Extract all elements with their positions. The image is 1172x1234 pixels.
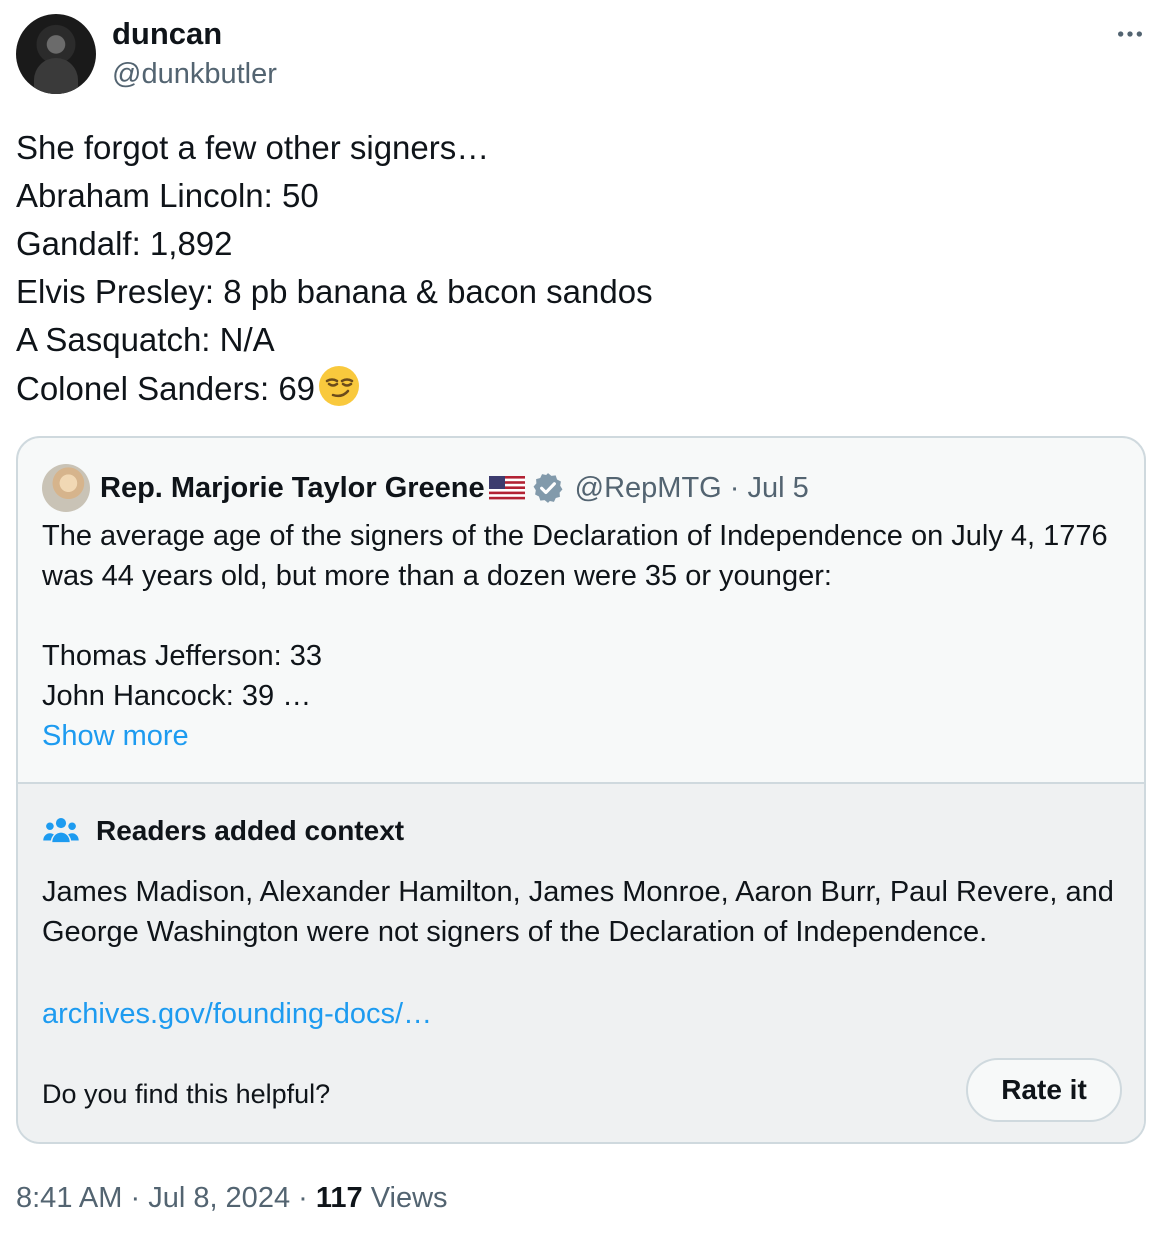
tweet-text: She forgot a few other signers… Abraham … (16, 124, 1146, 413)
quoted-tweet-body: The average age of the signers of the De… (42, 516, 1112, 716)
views-count: 117 (315, 1182, 363, 1214)
quoted-author-name[interactable]: Rep. Marjorie Taylor Greene (100, 472, 485, 505)
quoted-paragraph: The average age of the signers of the De… (42, 520, 1108, 592)
helpful-question: Do you find this helpful? (42, 1079, 331, 1109)
show-more-link[interactable]: Show more (42, 716, 189, 756)
verified-badge-icon (533, 473, 563, 503)
more-dots-icon (1118, 31, 1142, 37)
quoted-line: Thomas Jefferson: 33 (42, 640, 322, 672)
quoted-tweet[interactable]: Rep. Marjorie Taylor Greene @RepMTG · Ju… (16, 436, 1146, 1144)
tweet-line: A Sasquatch: N/A (16, 321, 275, 358)
rate-it-button[interactable]: Rate it (966, 1058, 1122, 1122)
quoted-author-avatar[interactable] (42, 464, 90, 512)
us-flag-icon (488, 476, 525, 500)
quoted-author-handle[interactable]: @RepMTG (575, 472, 722, 505)
more-options-button[interactable] (1110, 18, 1150, 50)
tweet-line: She forgot a few other signers… (16, 129, 490, 166)
author-display-name[interactable]: duncan (112, 14, 277, 54)
community-note-header: Readers added context (42, 812, 404, 850)
separator-dot: · (729, 471, 740, 504)
footer-separator: · (290, 1182, 316, 1214)
tweet-line: Elvis Presley: 8 pb banana & bacon sando… (16, 273, 653, 310)
tweet-line: Gandalf: 1,892 (16, 225, 233, 262)
tweet-footer: 8:41 AM · Jul 8, 2024 · 117 Views (16, 1176, 448, 1220)
quoted-line: John Hancock: 39 … (42, 680, 312, 712)
tweet-line: Abraham Lincoln: 50 (16, 177, 319, 214)
community-note-source-link[interactable]: archives.gov/founding-docs/… (42, 994, 432, 1034)
author-handle[interactable]: @dunkbutler (112, 54, 277, 94)
author-info: duncan @dunkbutler (112, 14, 277, 94)
tweet-line-last: Colonel Sanders: 69 (16, 364, 1146, 413)
smirking-face-emoji-icon (319, 366, 360, 406)
community-note-body: James Madison, Alexander Hamilton, James… (42, 876, 1114, 948)
meta-separator: · (722, 472, 748, 505)
tweet-time[interactable]: 8:41 AM (16, 1182, 122, 1214)
quoted-tweet-header: Rep. Marjorie Taylor Greene @RepMTG · Ju… (42, 462, 809, 514)
tweet-date[interactable]: Jul 8, 2024 (148, 1182, 290, 1214)
people-icon (43, 818, 79, 843)
quoted-tweet-date[interactable]: Jul 5 (748, 472, 809, 505)
community-note-title: Readers added context (96, 815, 405, 846)
tweet-line-text: Colonel Sanders: 69 (16, 370, 316, 407)
footer-separator: · (122, 1182, 149, 1214)
community-note: Readers added context James Madison, Ale… (18, 782, 1144, 1142)
author-avatar[interactable] (16, 14, 96, 94)
views-label: Views (362, 1182, 448, 1214)
